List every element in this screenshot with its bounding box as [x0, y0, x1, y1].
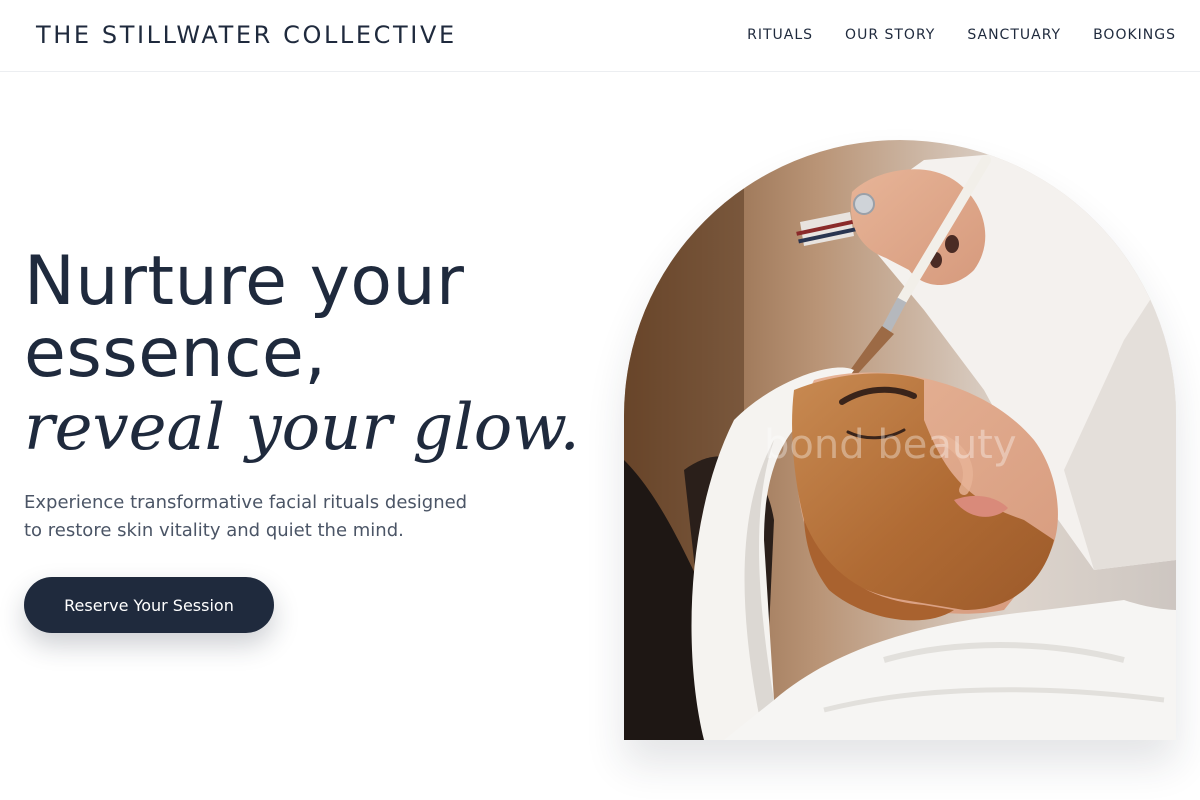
- hero-headline-line-1: Nurture your: [24, 242, 465, 321]
- hero-headline-italic: reveal your glow.: [24, 391, 580, 465]
- nav-link-sanctuary[interactable]: SANCTUARY: [967, 26, 1061, 44]
- photo-watermark: bond beauty: [764, 422, 1017, 468]
- reserve-session-button[interactable]: Reserve Your Session: [24, 577, 274, 633]
- nav-link-rituals[interactable]: RITUALS: [747, 26, 813, 44]
- site-header: THE STILLWATER COLLECTIVE RITUALS OUR ST…: [0, 0, 1200, 72]
- hero-subtitle-line-2: to restore skin vitality and quiet the m…: [24, 520, 404, 541]
- hero-headline-line-2: essence,: [24, 314, 327, 393]
- main-nav: RITUALS OUR STORY SANCTUARY BOOKINGS: [747, 26, 1176, 44]
- hero-subtitle: Experience transformative facial rituals…: [24, 489, 504, 545]
- ring: [853, 193, 875, 215]
- hero-photo-arch: bond beauty: [624, 140, 1176, 740]
- nav-link-our-story[interactable]: OUR STORY: [845, 26, 935, 44]
- nav-link-bookings[interactable]: BOOKINGS: [1093, 26, 1176, 44]
- facial-treatment-illustration: bond beauty: [624, 140, 1176, 740]
- hero-subtitle-line-1: Experience transformative facial rituals…: [24, 492, 468, 513]
- fingernail: [945, 235, 959, 253]
- hero-headline: Nurture your essence, reveal your glow.: [24, 246, 584, 466]
- brand-logo[interactable]: THE STILLWATER COLLECTIVE: [36, 20, 457, 50]
